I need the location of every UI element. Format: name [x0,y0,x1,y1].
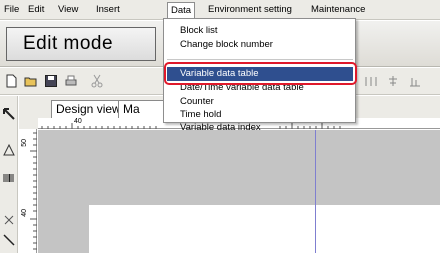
menu-item-variable-data-index[interactable]: Variable data index [180,122,261,133]
new-file-icon[interactable] [4,74,18,88]
line-tool-icon[interactable] [3,234,15,246]
align-bottom-icon[interactable] [408,74,422,88]
menu-view[interactable]: View [58,4,78,15]
ruler-label-50: 50 [21,139,28,147]
select-arrow-icon[interactable] [3,108,15,120]
barcode-tool-icon[interactable] [3,172,15,184]
menu-data[interactable]: Data [167,2,196,19]
cross-tool-icon[interactable] [3,214,15,226]
open-folder-icon[interactable] [24,74,38,88]
save-icon[interactable] [44,74,58,88]
left-ruler: 50 40 [19,129,37,253]
align-center-icon[interactable] [386,74,400,88]
ruler-corner [19,118,38,129]
menu-item-counter[interactable]: Counter [180,96,214,107]
ruler-label-40-left: 40 [21,209,28,217]
guide-line [315,130,316,253]
triangle-tool-icon[interactable] [3,144,15,156]
ruler-label-40: 40 [74,118,82,125]
menu-item-block-list[interactable]: Block list [180,25,217,36]
cut-icon[interactable] [90,74,104,88]
highlight-callout [164,62,357,85]
menu-insert[interactable]: Insert [96,4,120,15]
tab-design-view[interactable]: Design view [51,100,126,118]
edit-mode-button[interactable]: Edit mode [6,27,156,61]
label-paper[interactable] [89,205,440,253]
print-icon[interactable] [64,74,78,88]
menu-item-time-hold[interactable]: Time hold [180,109,221,120]
distribute-icon[interactable] [364,74,378,88]
menu-bar: File Edit View Insert Data Environment s… [0,0,440,20]
menu-item-change-block-number[interactable]: Change block number [180,39,273,50]
menu-edit[interactable]: Edit [28,4,44,15]
tab-partial[interactable]: Ma [118,100,164,118]
left-toolstrip [0,96,18,253]
menu-file[interactable]: File [4,4,19,15]
menu-maintenance[interactable]: Maintenance [311,4,365,15]
menu-separator [167,59,353,60]
menu-environment-setting[interactable]: Environment setting [208,4,292,15]
